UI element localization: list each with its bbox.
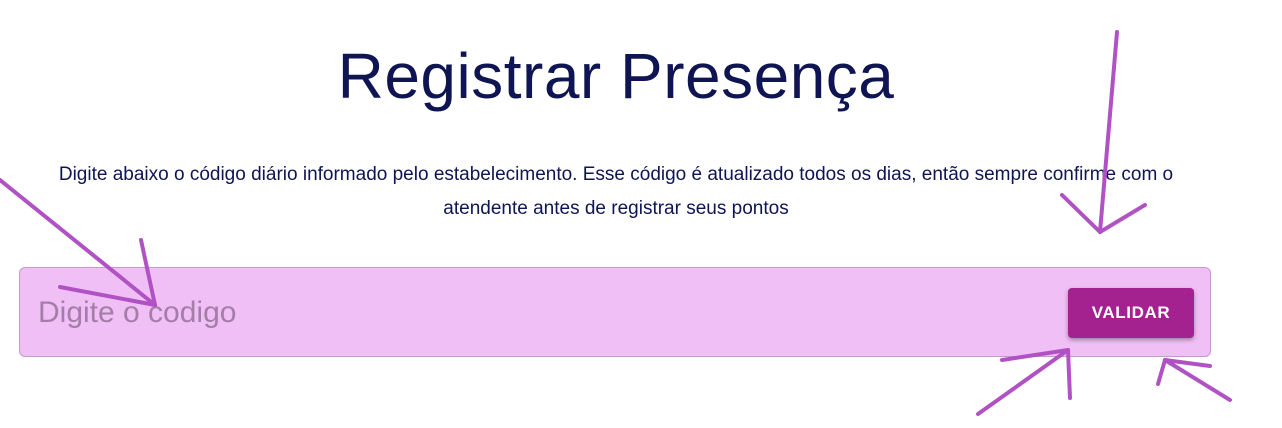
validate-button[interactable]: VALIDAR	[1068, 288, 1194, 338]
page-description: Digite abaixo o código diário informado …	[58, 164, 1174, 219]
hand-drawn-arrow-icon	[976, 348, 1072, 416]
code-entry-bar: VALIDAR	[19, 267, 1211, 357]
page-title: Registrar Presença	[337, 40, 895, 112]
code-input[interactable]	[32, 288, 1044, 338]
hand-drawn-arrow-icon	[1156, 358, 1232, 402]
